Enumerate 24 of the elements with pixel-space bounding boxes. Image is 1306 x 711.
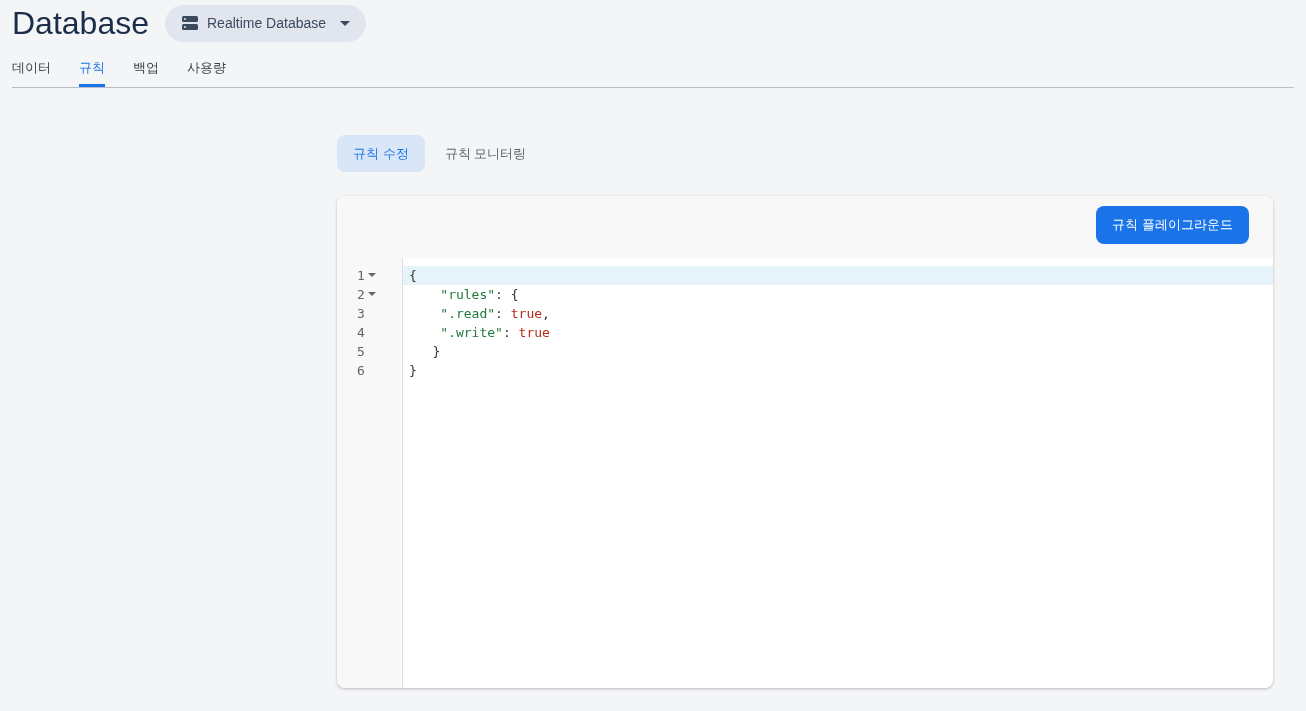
page-title: Database	[12, 4, 149, 43]
line-number: 6	[357, 361, 365, 380]
tab[interactable]: 백업	[133, 58, 159, 87]
code-line: ".read": true,	[439, 304, 551, 323]
tab[interactable]: 사용량	[187, 58, 226, 87]
database-selector[interactable]: Realtime Database	[165, 4, 367, 42]
code-line: "rules": {	[439, 285, 520, 304]
subtab[interactable]: 규칙 수정	[337, 134, 425, 173]
subtab[interactable]: 규칙 모니터링	[428, 134, 543, 173]
code-line: ".write": true	[439, 323, 551, 342]
line-number: 1	[357, 266, 365, 285]
code-line: }	[431, 342, 442, 361]
dropdown-caret-icon	[340, 20, 351, 26]
tab[interactable]: 데이터	[12, 58, 51, 87]
rules-playground-button[interactable]: 규칙 플레이그라운드	[1096, 206, 1249, 244]
code-line: }	[408, 361, 418, 380]
database-icon	[181, 15, 199, 32]
line-number: 3	[357, 304, 365, 323]
line-number: 4	[357, 323, 365, 342]
fold-caret-icon[interactable]	[367, 292, 376, 297]
line-number: 5	[357, 342, 365, 361]
line-number: 2	[357, 285, 365, 304]
tab[interactable]: 규칙	[79, 58, 105, 87]
fold-caret-icon[interactable]	[367, 273, 376, 278]
